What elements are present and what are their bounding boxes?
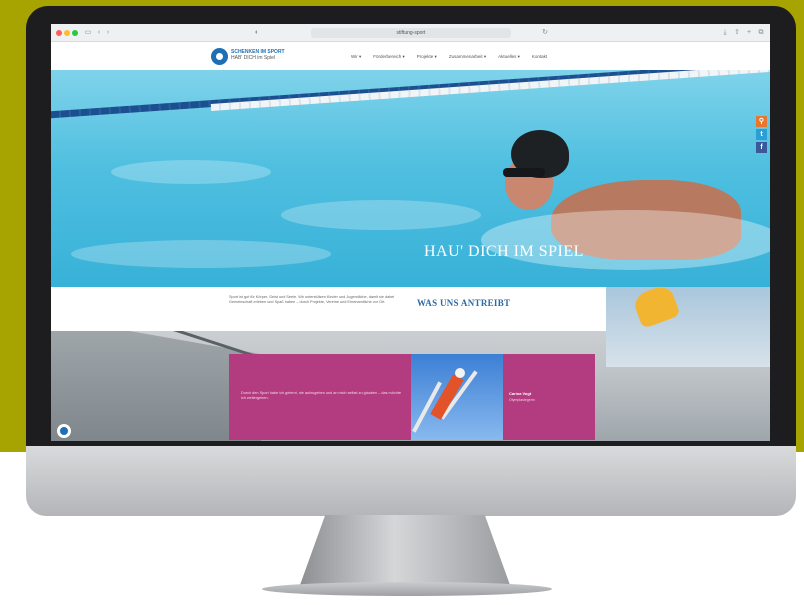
twitter-icon[interactable]: t — [756, 129, 767, 140]
hero-banner: HAU' DICH IM SPIEL — [51, 70, 770, 287]
search-icon[interactable]: ⚲ — [756, 116, 767, 127]
content-section: Sport ist gut für Körper, Geist und Seel… — [51, 283, 770, 441]
address-bar[interactable]: stiftung-sport — [311, 28, 511, 38]
address-bar-text: stiftung-sport — [396, 30, 426, 36]
monitor-stand — [300, 515, 510, 585]
water-splash — [481, 210, 770, 270]
browser-toolbar: ▭ ‹ › ◐ stiftung-sport ↻ ⤓ ⇧ + ⧉ — [51, 24, 770, 42]
menu-item-foerderbereich[interactable]: Förderbereich ▾ — [373, 54, 405, 60]
main-menu: Wir ▾ Förderbereich ▾ Projekte ▾ Zusamme… — [351, 54, 547, 60]
logo-text[interactable]: SCHENKEN IM SPORT HAB' DICH im Spiel — [231, 49, 285, 61]
forward-icon[interactable]: › — [104, 29, 112, 37]
menu-item-projekte[interactable]: Projekte ▾ — [417, 54, 437, 60]
menu-item-kontakt[interactable]: Kontakt — [532, 54, 547, 60]
social-sidebar: ⚲ t f — [756, 116, 767, 155]
site-header: SCHENKEN IM SPORT HAB' DICH im Spiel Wir… — [51, 42, 770, 70]
zoom-window-button[interactable] — [72, 30, 78, 36]
water-ripple — [71, 240, 331, 268]
page-icon: ◐ — [254, 29, 260, 36]
quote-card: Durch den Sport habe ich gelernt, nie au… — [229, 354, 595, 440]
menu-item-aktuelles[interactable]: Aktuelles ▾ — [498, 54, 520, 60]
scene: ▭ ‹ › ◐ stiftung-sport ↻ ⤓ ⇧ + ⧉ SCHENKE… — [0, 0, 804, 605]
ski-jumper-photo — [411, 354, 503, 440]
minimize-window-button[interactable] — [64, 30, 70, 36]
download-icon[interactable]: ⤓ — [721, 29, 729, 37]
new-tab-icon[interactable]: + — [745, 29, 753, 37]
water-ripple — [281, 200, 481, 230]
tab-overview-icon[interactable]: ⧉ — [757, 29, 765, 37]
foundation-logo-icon[interactable] — [211, 48, 228, 65]
water-ripple — [111, 160, 271, 184]
back-icon[interactable]: ‹ — [95, 29, 103, 37]
sidebar-icon[interactable]: ▭ — [84, 29, 92, 37]
jumper-helmet — [455, 368, 465, 378]
browser-window: ▭ ‹ › ◐ stiftung-sport ↻ ⤓ ⇧ + ⧉ SCHENKE… — [51, 24, 770, 441]
quote-author-role: Olympiasiegerin — [509, 398, 535, 402]
section-heading: WAS UNS ANTREIBT — [417, 298, 511, 308]
facebook-icon[interactable]: f — [756, 142, 767, 153]
monitor-chin — [26, 446, 796, 516]
reload-icon[interactable]: ↻ — [541, 29, 549, 37]
quote-author-name: Carina Vogt — [509, 391, 532, 396]
chat-button[interactable] — [57, 424, 71, 438]
share-icon[interactable]: ⇧ — [733, 29, 741, 37]
intro-box: Sport ist gut für Körper, Geist und Seel… — [51, 287, 606, 331]
quote-text: Durch den Sport habe ich gelernt, nie au… — [241, 391, 401, 401]
menu-item-wir[interactable]: Wir ▾ — [351, 54, 361, 60]
hero-title: HAU' DICH IM SPIEL — [424, 243, 584, 260]
menu-item-zusammenarbeit[interactable]: Zusammenarbeit ▾ — [449, 54, 486, 60]
intro-text: Sport ist gut für Körper, Geist und Seel… — [229, 295, 395, 305]
monitor-base — [262, 582, 552, 596]
close-window-button[interactable] — [56, 30, 62, 36]
swim-goggles — [503, 168, 545, 177]
background-sky — [606, 287, 770, 367]
logo-subtitle: HAB' DICH im Spiel — [231, 55, 276, 61]
lane-rope — [210, 70, 770, 111]
